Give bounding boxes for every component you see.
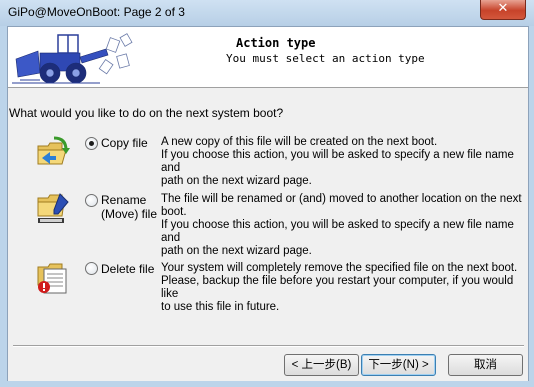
close-icon: ✕ (497, 1, 509, 16)
rename-file-description: The file will be renamed or (and) moved … (161, 193, 522, 257)
header-title: Action type (236, 36, 316, 50)
rename-label-line2: (Move) file (101, 207, 158, 221)
back-button[interactable]: < 上一步(B) (284, 354, 359, 376)
delete-file-description: Your system will completely remove the s… (161, 262, 518, 313)
wizard-header: Action type You must select an action ty… (8, 27, 528, 88)
window-title: GiPo@MoveOnBoot: Page 2 of 3 (8, 5, 185, 19)
next-button[interactable]: 下一步(N) > (361, 354, 436, 376)
question-label: What would you like to do on the next sy… (9, 106, 284, 120)
rename-folder-icon (37, 193, 69, 223)
delete-file-radio[interactable] (85, 262, 98, 275)
bulldozer-illustration (12, 33, 133, 84)
copy-folder-icon (37, 136, 70, 165)
delete-file-icon (37, 263, 67, 294)
header-subtitle: You must select an action type (226, 52, 425, 65)
rename-file-radio[interactable] (85, 194, 98, 207)
window-bottom-border (0, 381, 534, 387)
copy-file-label[interactable]: Copy file (101, 136, 148, 150)
rename-file-label[interactable]: Rename (Move) file (101, 193, 157, 221)
title-bar[interactable]: GiPo@MoveOnBoot: Page 2 of 3 ✕ (0, 0, 534, 26)
delete-file-label[interactable]: Delete file (101, 262, 154, 276)
copy-file-description: A new copy of this file will be created … (161, 136, 514, 187)
copy-file-radio[interactable] (85, 137, 98, 150)
rename-label-line1: Rename (101, 193, 147, 207)
cancel-button[interactable]: 取消 (448, 354, 523, 376)
wizard-body: Action type You must select an action ty… (7, 26, 529, 382)
close-button[interactable]: ✕ (480, 0, 526, 20)
button-separator (13, 345, 524, 347)
